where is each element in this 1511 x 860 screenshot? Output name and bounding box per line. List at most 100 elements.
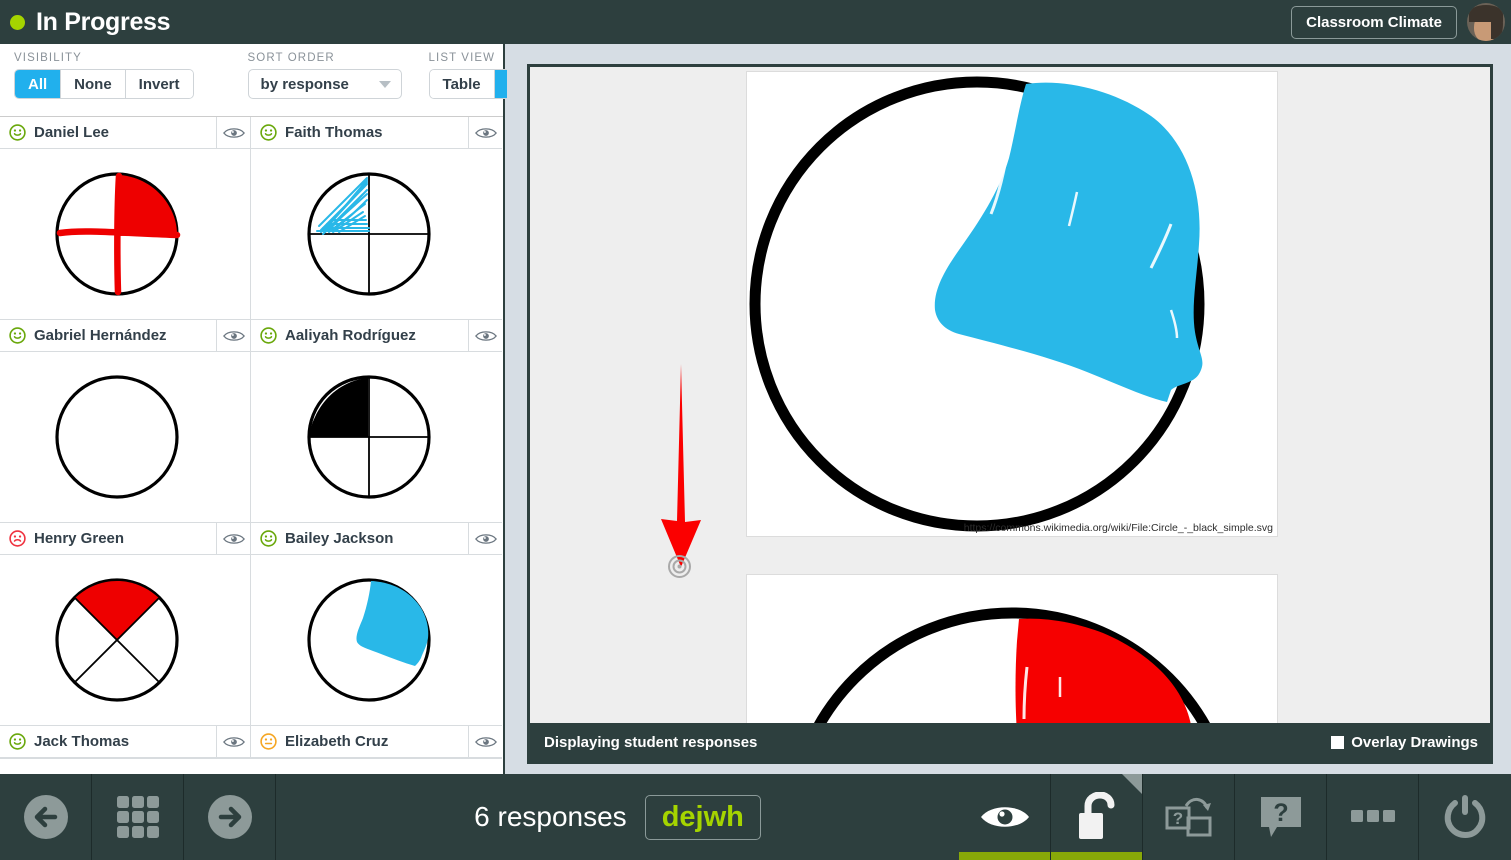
student-cell: Elizabeth Cruz [251, 726, 502, 759]
mood-happy-icon [260, 530, 277, 547]
student-name: Aaliyah Rodríguez [285, 327, 416, 344]
unlock-icon [1078, 792, 1114, 839]
visibility-segmented-control: All None Invert [14, 69, 194, 99]
svg-text:?: ? [1273, 799, 1288, 827]
back-arrow-button[interactable] [0, 774, 92, 860]
student-cell: Henry Green [0, 523, 251, 726]
student-name: Bailey Jackson [285, 530, 394, 547]
main-drawing-panel[interactable]: https://commons.wikimedia.org/wiki/File:… [746, 71, 1278, 537]
forward-arrow-icon [207, 795, 252, 839]
question-swap-button[interactable]: ? [1143, 774, 1235, 860]
student-header[interactable]: Elizabeth Cruz [251, 726, 502, 758]
forward-arrow-button[interactable] [184, 774, 276, 860]
response-stage: https://commons.wikimedia.org/wiki/File:… [507, 44, 1511, 774]
unlock-active-underline [1051, 852, 1142, 860]
student-visibility-eye-icon[interactable] [216, 726, 250, 757]
unlock-button[interactable] [1051, 774, 1143, 860]
sort-order-group: SORT ORDER by response [194, 52, 402, 99]
avatar-hair-side [1491, 9, 1503, 39]
student-header[interactable]: Jack Thomas [0, 726, 250, 758]
student-drawing-thumbnail[interactable] [0, 149, 250, 319]
mood-happy-icon [9, 733, 26, 750]
stage-footer: Displaying student responses Overlay Dra… [530, 723, 1490, 761]
session-code[interactable]: dejwh [644, 794, 761, 840]
visibility-none-button[interactable]: None [61, 70, 126, 98]
svg-text:?: ? [1172, 809, 1182, 828]
more-options-button[interactable] [1327, 774, 1419, 860]
student-name: Jack Thomas [34, 733, 130, 750]
student-name: Faith Thomas [285, 124, 383, 141]
student-cell: Bailey Jackson [251, 523, 502, 726]
overlay-drawings-checkbox[interactable] [1331, 735, 1345, 749]
student-drawing-thumbnail[interactable] [0, 555, 250, 725]
power-button[interactable] [1419, 774, 1511, 860]
student-visibility-eye-icon[interactable] [468, 726, 502, 757]
student-cell: Jack Thomas [0, 726, 251, 759]
bottom-toolbar: 6 responses dejwh ? ? [0, 774, 1511, 860]
student-cell: Gabriel Hernández [0, 320, 251, 523]
corner-fold-icon [1122, 774, 1142, 794]
avatar[interactable] [1467, 3, 1505, 41]
student-name: Gabriel Hernández [34, 327, 167, 344]
second-drawing [796, 607, 1228, 761]
classroom-climate-button[interactable]: Classroom Climate [1291, 5, 1457, 39]
target-bullseye-icon[interactable] [667, 554, 692, 584]
mood-happy-icon [9, 327, 26, 344]
student-list-panel: VISIBILITY All None Invert SORT ORDER by… [0, 44, 553, 774]
mood-happy-icon [260, 327, 277, 344]
visibility-invert-button[interactable]: Invert [125, 70, 193, 98]
eye-icon [980, 807, 1029, 827]
overlay-drawings-label: Overlay Drawings [1351, 733, 1478, 751]
student-visibility-eye-icon[interactable] [216, 117, 250, 148]
student-drawing-thumbnail[interactable] [251, 352, 502, 522]
overlay-drawings-toggle[interactable]: Overlay Drawings [1331, 734, 1478, 751]
chevron-down-icon [378, 80, 391, 88]
back-arrow-icon [23, 795, 68, 839]
drawing-column: https://commons.wikimedia.org/wiki/File:… [746, 71, 1278, 761]
student-cell: Faith Thomas [251, 117, 502, 320]
student-header[interactable]: Aaliyah Rodríguez [251, 320, 502, 352]
list-view-table-button[interactable]: Table [429, 70, 495, 98]
mood-happy-icon [260, 124, 277, 141]
sort-order-value: by response [260, 75, 349, 93]
question-bubble-button[interactable]: ? [1235, 774, 1327, 860]
top-bar-right: Classroom Climate [1291, 3, 1511, 41]
question-bubble-icon: ? [1260, 797, 1301, 837]
student-header[interactable]: Faith Thomas [251, 117, 502, 149]
visibility-label: VISIBILITY [14, 52, 82, 64]
student-visibility-eye-icon[interactable] [468, 523, 502, 554]
control-bar: VISIBILITY All None Invert SORT ORDER by… [0, 44, 553, 117]
response-summary: 6 responses dejwh [276, 774, 959, 860]
sort-order-label: SORT ORDER [247, 52, 335, 64]
student-visibility-eye-icon[interactable] [468, 117, 502, 148]
student-header[interactable]: Daniel Lee [0, 117, 250, 149]
pointer-arrow-icon [656, 362, 706, 577]
second-drawing-panel[interactable] [746, 574, 1278, 761]
eye-button[interactable] [959, 774, 1051, 860]
student-row: Daniel Lee Faith Thomas [0, 117, 503, 320]
page-title: In Progress [36, 7, 171, 36]
student-name: Daniel Lee [34, 124, 110, 141]
student-cell: Aaliyah Rodríguez [251, 320, 502, 523]
mood-sad-icon [9, 530, 26, 547]
grid-icon [116, 796, 159, 838]
student-header[interactable]: Henry Green [0, 523, 250, 555]
student-header[interactable]: Bailey Jackson [251, 523, 502, 555]
visibility-all-button[interactable]: All [15, 70, 62, 98]
status-dot-icon [10, 14, 25, 30]
eye-active-underline [959, 852, 1050, 860]
more-icon [1350, 810, 1395, 822]
sort-order-select[interactable]: by response [247, 69, 402, 99]
grid-view-button[interactable] [92, 774, 184, 860]
mood-happy-icon [9, 124, 26, 141]
student-drawing-thumbnail[interactable] [251, 555, 502, 725]
stage-status-text: Displaying student responses [544, 733, 758, 751]
student-visibility-eye-icon[interactable] [216, 523, 250, 554]
student-visibility-eye-icon[interactable] [216, 320, 250, 351]
student-drawing-thumbnail[interactable] [251, 149, 502, 319]
student-drawing-thumbnail[interactable] [0, 352, 250, 522]
student-header[interactable]: Gabriel Hernández [0, 320, 250, 352]
response-count: 6 responses [474, 801, 627, 832]
student-visibility-eye-icon[interactable] [468, 320, 502, 351]
stage-inner: https://commons.wikimedia.org/wiki/File:… [527, 64, 1493, 764]
